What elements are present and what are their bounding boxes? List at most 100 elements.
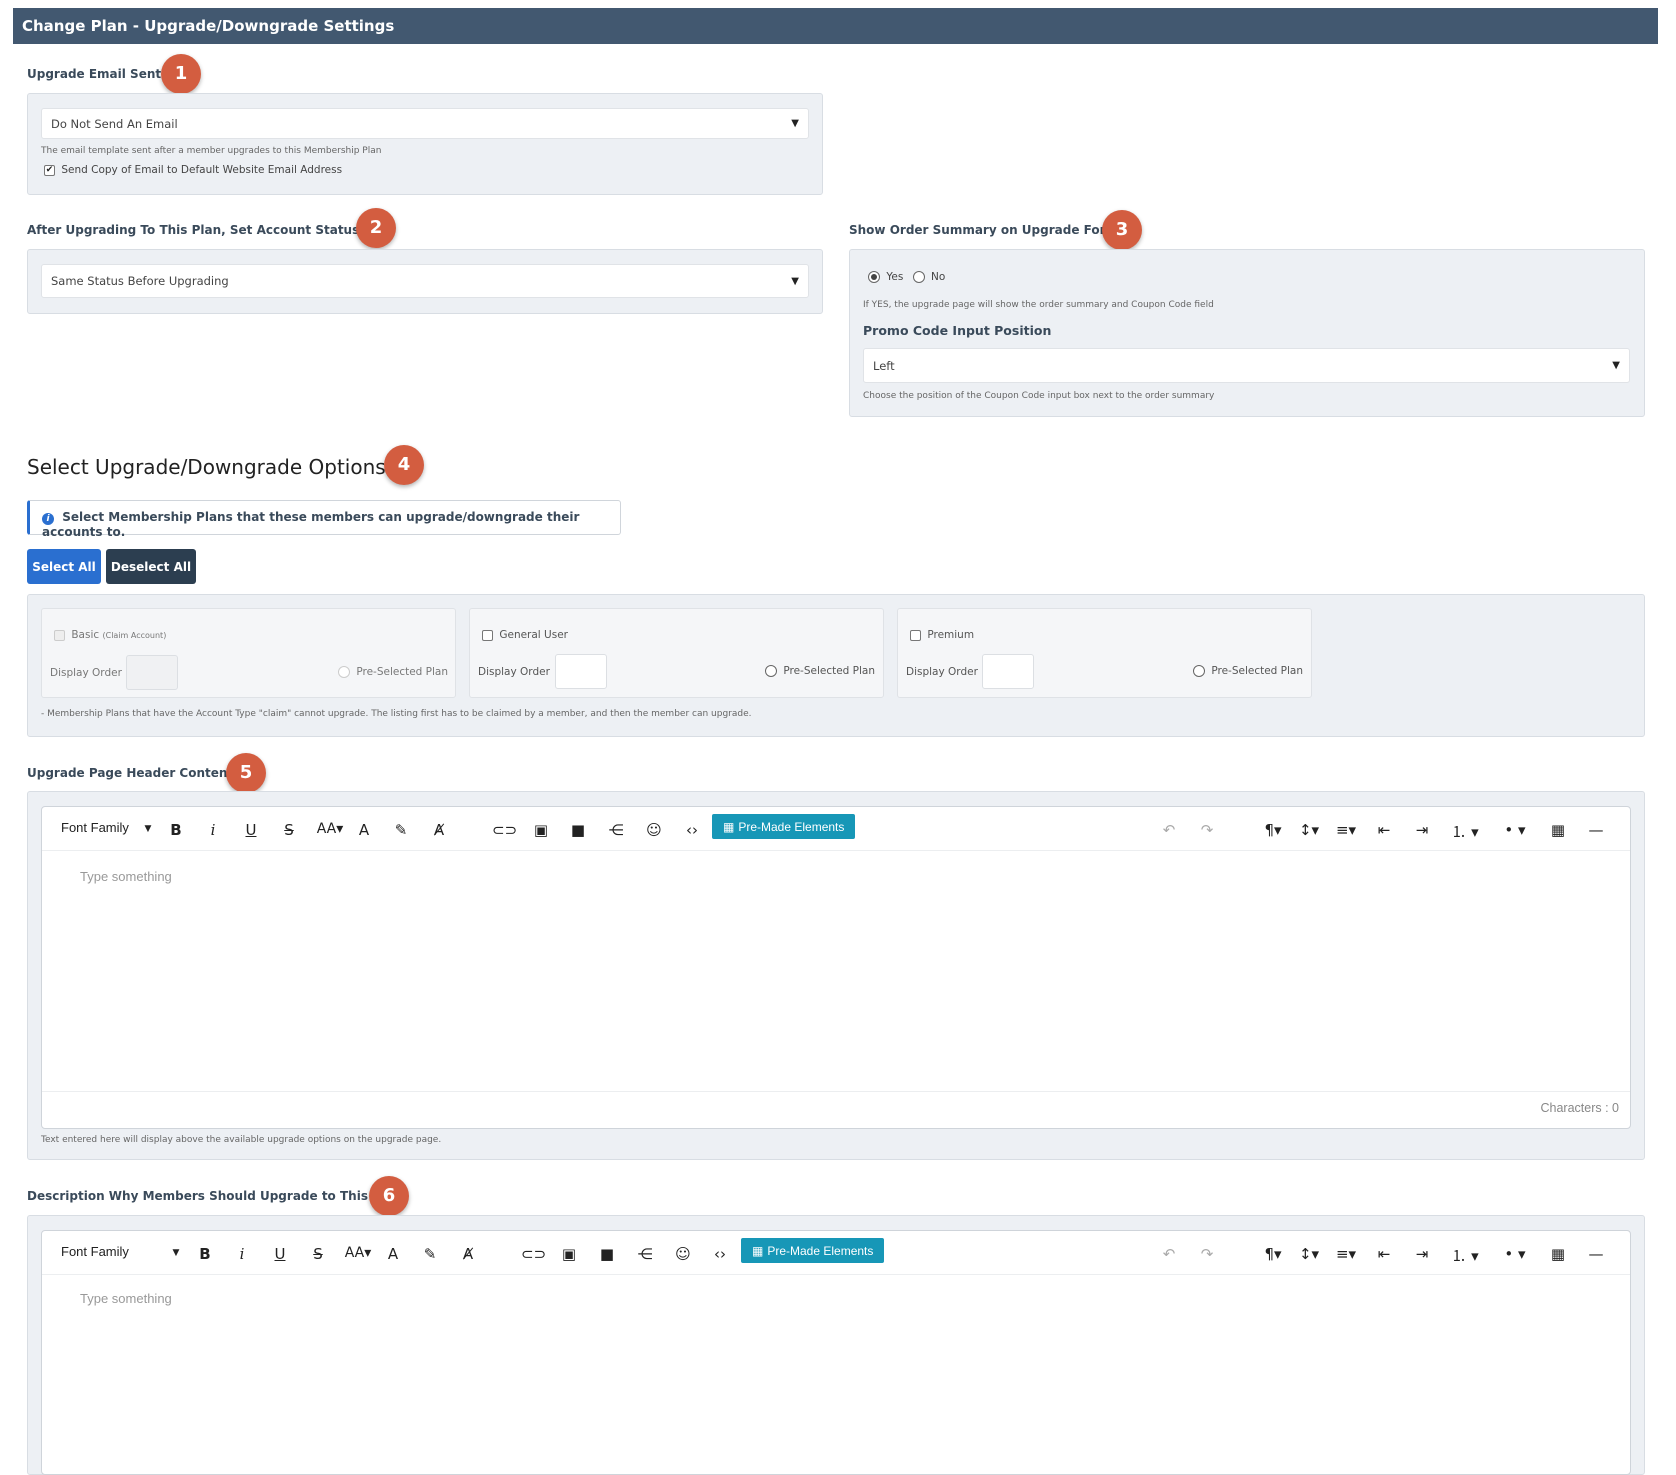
image-icon[interactable]: ▣ (530, 821, 552, 839)
plan-checkbox[interactable] (54, 629, 65, 641)
ordered-list-icon[interactable]: ⒈ ▾ (1447, 1245, 1483, 1266)
outdent-icon[interactable]: ⇤ (1373, 1245, 1395, 1263)
emoji-icon[interactable]: ☺ (672, 1245, 694, 1263)
header-content-help: Text entered here will display above the… (41, 1135, 442, 1145)
font-size-icon[interactable]: AA▾ (314, 821, 346, 837)
indent-icon[interactable]: ⇥ (1411, 821, 1433, 839)
plan-checkbox[interactable] (482, 629, 493, 641)
line-height-icon[interactable]: ↕▾ (1294, 1245, 1324, 1263)
video-icon[interactable]: ■ (596, 1245, 618, 1263)
upgrade-email-select[interactable]: Do Not Send An Email ▼ (41, 108, 809, 139)
italic-icon[interactable]: i (202, 821, 224, 839)
copy-email-label: Send Copy of Email to Default Website Em… (61, 164, 343, 176)
plan-card-premium: Premium Display Order Pre-Selected Plan (897, 608, 1312, 698)
radio-no[interactable] (912, 271, 925, 283)
bold-icon[interactable]: B (194, 1245, 216, 1263)
clear-format-icon[interactable]: Ⱥ (457, 1245, 479, 1263)
horizontal-rule-icon[interactable]: — (1585, 1245, 1607, 1263)
unordered-list-icon[interactable]: • ▾ (1497, 1245, 1533, 1263)
step-badge-1: 1 (161, 54, 201, 94)
upgrade-email-value: Do Not Send An Email (51, 116, 178, 131)
strikethrough-icon[interactable]: S (307, 1245, 329, 1263)
copy-email-row: ✔ Send Copy of Email to Default Website … (44, 164, 342, 176)
display-order-label: Display Order (906, 666, 978, 678)
align-icon[interactable]: ≡▾ (1331, 821, 1361, 839)
line-height-icon[interactable]: ↕▾ (1294, 821, 1324, 839)
link-icon[interactable]: ⊂⊃ (521, 1245, 546, 1263)
text-color-icon[interactable]: A (353, 821, 375, 839)
header-content-editor[interactable]: Font Family ▼ B i U S AA▾ A ✎ Ⱥ ⊂⊃ ▣ ■ ⋲… (41, 806, 1631, 1129)
ordered-list-icon[interactable]: ⒈ ▾ (1447, 821, 1483, 842)
editor-toolbar: Font Family ▼ B i U S AA▾ A ✎ Ⱥ ⊂⊃ ▣ ■ ⋲… (42, 1231, 1630, 1275)
editor-toolbar: Font Family ▼ B i U S AA▾ A ✎ Ⱥ ⊂⊃ ▣ ■ ⋲… (42, 807, 1630, 851)
account-status-label: After Upgrading To This Plan, Set Accoun… (27, 223, 385, 237)
code-icon[interactable]: ‹› (681, 821, 703, 839)
font-family-dropdown[interactable]: Font Family (61, 1244, 129, 1259)
plan-name: Basic (71, 629, 100, 641)
video-icon[interactable]: ■ (567, 821, 589, 839)
link-icon[interactable]: ⊂⊃ (492, 821, 517, 839)
editor-footer-divider (42, 1091, 1630, 1092)
undo-icon[interactable]: ↶ (1158, 1245, 1180, 1263)
plans-note: - Membership Plans that have the Account… (41, 709, 752, 719)
display-order-input[interactable] (126, 655, 178, 690)
radio-yes[interactable] (868, 271, 880, 283)
table-icon[interactable]: ▦ (1547, 821, 1569, 839)
paragraph-icon[interactable]: ¶▾ (1258, 821, 1288, 839)
radio-yes-label: Yes (886, 271, 904, 283)
account-status-select[interactable]: Same Status Before Upgrading ▼ (41, 264, 809, 298)
deselect-all-button[interactable]: Deselect All (106, 549, 196, 584)
paragraph-icon[interactable]: ¶▾ (1258, 1245, 1288, 1263)
indent-icon[interactable]: ⇥ (1411, 1245, 1433, 1263)
redo-icon[interactable]: ↷ (1196, 1245, 1218, 1263)
undo-icon[interactable]: ↶ (1158, 821, 1180, 839)
caret-down-icon: ▼ (144, 824, 152, 834)
plan-name: Premium (927, 629, 975, 641)
display-order-input[interactable] (555, 654, 607, 689)
caret-down-icon: ▼ (172, 1248, 180, 1258)
italic-icon[interactable]: i (231, 1245, 253, 1263)
image-icon[interactable]: ▣ (558, 1245, 580, 1263)
highlighter-icon[interactable]: ✎ (419, 1245, 441, 1263)
section-title: Change Plan - Upgrade/Downgrade Settings (22, 17, 395, 35)
premade-label: Pre-Made Elements (767, 1243, 874, 1258)
text-color-icon[interactable]: A (382, 1245, 404, 1263)
premade-elements-button[interactable]: ▦ Pre-Made Elements (741, 1238, 885, 1263)
display-order-label: Display Order (50, 667, 122, 679)
unordered-list-icon[interactable]: • ▾ (1497, 821, 1533, 839)
premade-elements-button[interactable]: ▦ Pre-Made Elements (712, 814, 856, 839)
copy-email-checkbox[interactable]: ✔ (44, 164, 55, 176)
options-title: Select Upgrade/Downgrade Options (27, 455, 386, 479)
horizontal-rule-icon[interactable]: — (1585, 821, 1607, 839)
share-icon[interactable]: ⋲ (634, 1245, 656, 1263)
table-icon[interactable]: ▦ (1547, 1245, 1569, 1263)
display-order-label: Display Order (478, 666, 550, 678)
align-icon[interactable]: ≡▾ (1331, 1245, 1361, 1263)
underline-icon[interactable]: U (240, 821, 262, 839)
select-all-button[interactable]: Select All (27, 549, 101, 584)
upgrade-email-help: The email template sent after a member u… (41, 146, 382, 156)
plan-checkbox[interactable] (910, 629, 921, 641)
description-label: Description Why Members Should Upgrade t… (27, 1189, 402, 1203)
highlighter-icon[interactable]: ✎ (390, 821, 412, 839)
display-order-input[interactable] (982, 654, 1034, 689)
redo-icon[interactable]: ↷ (1196, 821, 1218, 839)
step-badge-2: 2 (356, 208, 396, 248)
underline-icon[interactable]: U (269, 1245, 291, 1263)
preselected-radio[interactable] (765, 665, 777, 677)
font-size-icon[interactable]: AA▾ (342, 1245, 374, 1261)
code-icon[interactable]: ‹› (709, 1245, 731, 1263)
promo-position-select[interactable]: Left ▼ (863, 348, 1630, 383)
font-family-dropdown[interactable]: Font Family (61, 820, 129, 835)
share-icon[interactable]: ⋲ (605, 821, 627, 839)
preselected-radio[interactable] (338, 666, 350, 678)
outdent-icon[interactable]: ⇤ (1373, 821, 1395, 839)
strikethrough-icon[interactable]: S (278, 821, 300, 839)
description-editor[interactable]: Font Family ▼ B i U S AA▾ A ✎ Ⱥ ⊂⊃ ▣ ■ ⋲… (41, 1230, 1631, 1475)
plan-tag: (Claim Account) (102, 631, 167, 640)
bold-icon[interactable]: B (165, 821, 187, 839)
clear-format-icon[interactable]: Ⱥ (428, 821, 450, 839)
section-header: Change Plan - Upgrade/Downgrade Settings (13, 8, 1658, 44)
preselected-radio[interactable] (1193, 665, 1205, 677)
emoji-icon[interactable]: ☺ (643, 821, 665, 839)
